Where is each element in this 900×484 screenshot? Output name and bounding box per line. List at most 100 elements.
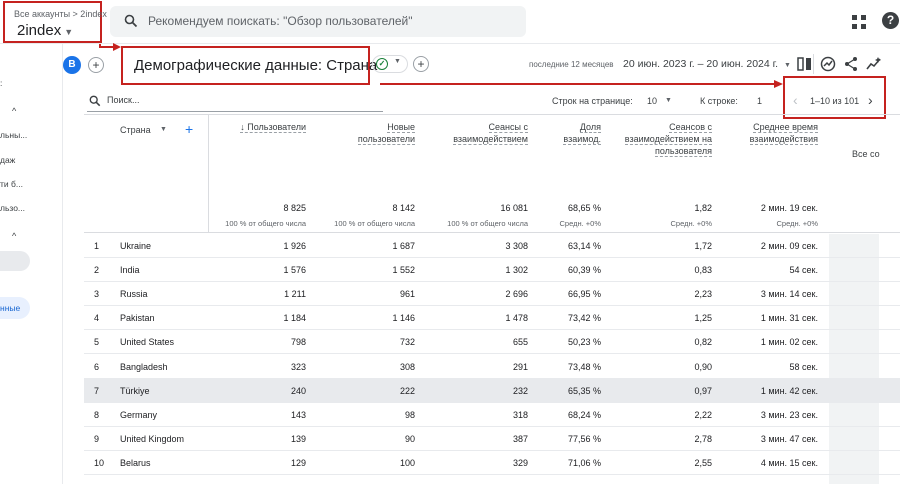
sessions-per-user-cell: 0,82 [694, 337, 712, 348]
dimension-header[interactable]: Страна [120, 125, 151, 135]
table-row[interactable]: 2 India 1 576 1 552 1 302 60,39 % 0,83 54 сек. [84, 258, 900, 283]
column-header-engaged-sessions[interactable]: Сеансы с взаимодействием [440, 121, 528, 145]
avg-engagement-time-cell: 1 мин. 02 сек. [760, 337, 818, 348]
column-header-users[interactable]: ↓ Пользователи [220, 121, 306, 133]
new-users-cell: 308 [399, 361, 415, 372]
users-cell: 143 [290, 409, 306, 420]
column-header-avg-engagement-time[interactable]: Среднее время взаимодействия [730, 121, 818, 145]
table-row[interactable]: 1 Ukraine 1 926 1 687 3 308 63,14 % 1,72 2 мин.… [84, 234, 900, 258]
users-cell: 129 [290, 457, 306, 468]
total-sessions-per-user: 1,82 [694, 203, 712, 213]
engagement-rate-cell: 73,48 % [567, 361, 601, 372]
sessions-per-user-cell: 0,83 [694, 265, 712, 276]
row-number: 7 [94, 385, 100, 396]
engaged-sessions-cell: 1 302 [505, 265, 528, 276]
avg-engagement-time-cell: 1 мин. 42 сек. [760, 385, 818, 396]
caret-down-icon[interactable]: ▼ [160, 126, 167, 133]
chevron-left-icon[interactable]: ‹ [793, 92, 798, 108]
add-dimension-icon[interactable]: + [185, 121, 193, 137]
new-users-cell: 222 [399, 385, 415, 396]
row-number: 10 [94, 457, 105, 468]
engaged-sessions-cell: 329 [512, 457, 528, 468]
users-cell: 240 [290, 385, 306, 396]
column-header-engagement-rate[interactable]: Доля взаимод. [545, 121, 601, 145]
total-users: 8 825 [283, 203, 306, 213]
sessions-per-user-cell: 2,55 [694, 457, 712, 468]
table-row[interactable]: 6 Bangladesh 323 308 291 73,48 % 0,90 58 сек. [84, 355, 900, 379]
table-row[interactable]: 4 Pakistan 1 184 1 146 1 478 73,42 % 1,25 1 мин… [84, 306, 900, 331]
rows-per-page-label: Строк на странице: [552, 96, 633, 106]
row-number: 6 [94, 361, 100, 372]
users-cell: 1 211 [284, 289, 306, 300]
new-users-cell: 98 [404, 409, 415, 420]
new-users-cell: 100 [399, 457, 415, 468]
users-cell: 798 [290, 337, 306, 348]
table-row[interactable]: 3 Russia 1 211 961 2 696 66,95 % 2,23 3 мин. 14… [84, 282, 900, 307]
engagement-rate-cell: 63,14 % [567, 241, 601, 251]
goto-row-label: К строке: [700, 96, 738, 106]
search-underline [87, 111, 383, 112]
total-users-sub: 100 % от общего числа [225, 219, 306, 228]
total-new-users-sub: 100 % от общего числа [334, 219, 415, 228]
new-users-cell: 90 [404, 433, 415, 444]
engagement-rate-cell: 77,56 % [567, 433, 601, 444]
engagement-rate-cell: 65,35 % [567, 385, 601, 396]
row-number: 8 [94, 409, 100, 420]
total-engaged-sessions: 16 081 [500, 203, 528, 213]
column-header-events[interactable]: Все со [852, 148, 900, 160]
sessions-per-user-cell: 2,78 [694, 433, 712, 444]
engaged-sessions-cell: 387 [512, 433, 528, 444]
rows-per-page-select[interactable]: 10 [647, 96, 657, 106]
row-number: 9 [94, 433, 100, 444]
table-row[interactable]: 10 Belarus 129 100 329 71,06 % 2,55 4 мин. 15 с… [84, 451, 900, 475]
avg-engagement-time-cell: 3 мин. 14 сек. [760, 289, 818, 300]
row-number: 3 [94, 289, 100, 300]
new-users-cell: 732 [399, 337, 415, 348]
avg-engagement-time-cell: 2 мин. 09 сек. [760, 241, 818, 251]
table-row[interactable]: 7 Türkiye 240 222 232 65,35 % 0,97 1 мин. 42 се… [84, 378, 900, 403]
new-users-cell: 1 687 [392, 241, 415, 251]
table-row[interactable]: 8 Germany 143 98 318 68,24 % 2,22 3 мин. 23 сек… [84, 403, 900, 427]
pagination-status: 1–10 из 101 [810, 96, 860, 106]
total-avg-engagement-time-sub: Средн. +0% [776, 219, 819, 228]
table-row[interactable]: 9 United Kingdom 139 90 387 77,56 % 2,78 3 мин.… [84, 427, 900, 451]
row-number: 4 [94, 313, 100, 324]
total-avg-engagement-time: 2 мин. 19 сек. [760, 203, 818, 213]
sessions-per-user-cell: 2,22 [694, 409, 712, 420]
row-number: 5 [94, 337, 100, 348]
engagement-rate-cell: 50,23 % [567, 337, 601, 348]
engagement-rate-cell: 66,95 % [567, 289, 601, 300]
avg-engagement-time-cell: 54 сек. [789, 265, 818, 276]
chevron-right-icon[interactable]: › [868, 92, 873, 108]
sessions-per-user-cell: 0,90 [694, 361, 712, 372]
users-cell: 139 [290, 433, 306, 444]
sessions-per-user-cell: 2,23 [694, 289, 712, 300]
engagement-rate-cell: 60,39 % [567, 265, 601, 276]
column-header-sessions-per-user[interactable]: Сеансов с взаимодействием на пользовател… [615, 121, 712, 157]
sessions-per-user-cell: 1,72 [694, 241, 712, 251]
users-cell: 1 926 [283, 241, 306, 251]
users-cell: 1 576 [283, 265, 306, 276]
row-number: 1 [94, 241, 100, 251]
sessions-per-user-cell: 0,97 [694, 385, 712, 396]
engaged-sessions-cell: 3 308 [505, 241, 528, 251]
table-search-input[interactable]: Поиск... [107, 95, 139, 105]
engagement-rate-cell: 73,42 % [567, 313, 601, 324]
avg-engagement-time-cell: 1 мин. 31 сек. [760, 313, 818, 324]
caret-down-icon[interactable]: ▼ [665, 97, 672, 104]
new-users-cell: 961 [399, 289, 415, 300]
search-icon [89, 95, 101, 107]
table-row[interactable]: 5 United States 798 732 655 50,23 % 0,82 1 мин.… [84, 330, 900, 355]
total-engagement-rate: 68,65 % [567, 203, 601, 213]
engaged-sessions-cell: 232 [512, 385, 528, 396]
total-engaged-sessions-sub: 100 % от общего числа [447, 219, 528, 228]
row-number: 2 [94, 265, 100, 276]
new-users-cell: 1 552 [392, 265, 415, 276]
engaged-sessions-cell: 1 478 [505, 313, 528, 324]
avg-engagement-time-cell: 58 сек. [789, 361, 818, 372]
total-engagement-rate-sub: Средн. +0% [559, 219, 602, 228]
column-header-new-users[interactable]: Новые пользователи [340, 121, 415, 145]
goto-row-input[interactable]: 1 [757, 96, 762, 106]
new-users-cell: 1 146 [392, 313, 415, 324]
engaged-sessions-cell: 655 [512, 337, 528, 348]
